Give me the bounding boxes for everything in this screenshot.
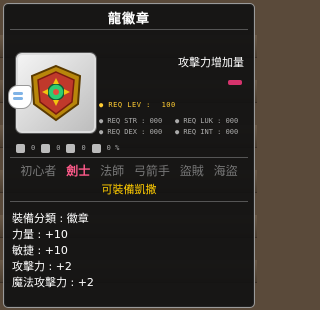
item-icon-frame xyxy=(8,53,96,133)
stat-value: 0 xyxy=(56,144,61,152)
job-list: 初心者 劍士 法師 弓箭手 盜賊 海盜 xyxy=(4,162,254,179)
attack-increase-indicator xyxy=(228,80,242,85)
job-archer: 弓箭手 xyxy=(133,164,170,178)
req-luk: ● REQ LUK : 000 xyxy=(175,117,239,125)
req-level: ● REQ LEV : 100 xyxy=(99,101,176,109)
job-warrior: 劍士 xyxy=(66,164,91,178)
job-pirate: 海盜 xyxy=(213,164,238,178)
stat-icon xyxy=(16,143,25,153)
requirement-grid: ● REQ STR : 000 ● REQ LUK : 000 ● REQ DE… xyxy=(99,116,249,138)
job-divider xyxy=(10,157,248,158)
req-level-label: ● REQ LEV : xyxy=(99,101,151,109)
item-title: 龍徽章 xyxy=(107,12,150,27)
attack-increase-label: 攻擊力增加量 xyxy=(178,56,244,69)
item-stat-icons-row: 0 0 0 0 % xyxy=(16,142,246,154)
title-divider xyxy=(10,29,248,30)
dragon-emblem-icon xyxy=(30,64,82,122)
req-dex: ● REQ DEX : 000 xyxy=(99,128,163,136)
stat-attack: 攻擊力 : +2 xyxy=(12,260,72,273)
stat-icon xyxy=(91,143,101,153)
stat-str: 力量 : +10 xyxy=(12,228,68,241)
stat-value: 0 % xyxy=(106,144,120,152)
req-str: ● REQ STR : 000 xyxy=(99,117,163,125)
stat-value: 0 xyxy=(31,144,36,152)
req-level-value: 100 xyxy=(161,101,176,109)
stat-dex: 敏捷 : +10 xyxy=(12,244,68,257)
stats-divider xyxy=(10,201,248,202)
stat-icon xyxy=(41,143,51,153)
job-beginner: 初心者 xyxy=(20,164,57,178)
stat-magic-attack: 魔法攻擊力 : +2 xyxy=(12,276,94,289)
item-stats: 裝備分類 : 徽章 力量 : +10 敏捷 : +10 攻擊力 : +2 魔法攻… xyxy=(12,211,248,291)
job-magician: 法師 xyxy=(100,164,125,178)
req-int: ● REQ INT : 000 xyxy=(175,128,239,136)
stat-icon xyxy=(66,143,76,153)
equip-note: 可裝備凱撒 xyxy=(101,183,157,196)
item-tooltip: 龍徽章 攻擊力增加量 ● REQ LEV : 100 ● REQ STR : 0… xyxy=(3,3,255,308)
stat-value: 0 xyxy=(81,144,86,152)
pointer-hand-icon xyxy=(8,85,32,109)
stat-category: 裝備分類 : 徽章 xyxy=(12,212,89,225)
job-thief: 盜賊 xyxy=(179,164,204,178)
